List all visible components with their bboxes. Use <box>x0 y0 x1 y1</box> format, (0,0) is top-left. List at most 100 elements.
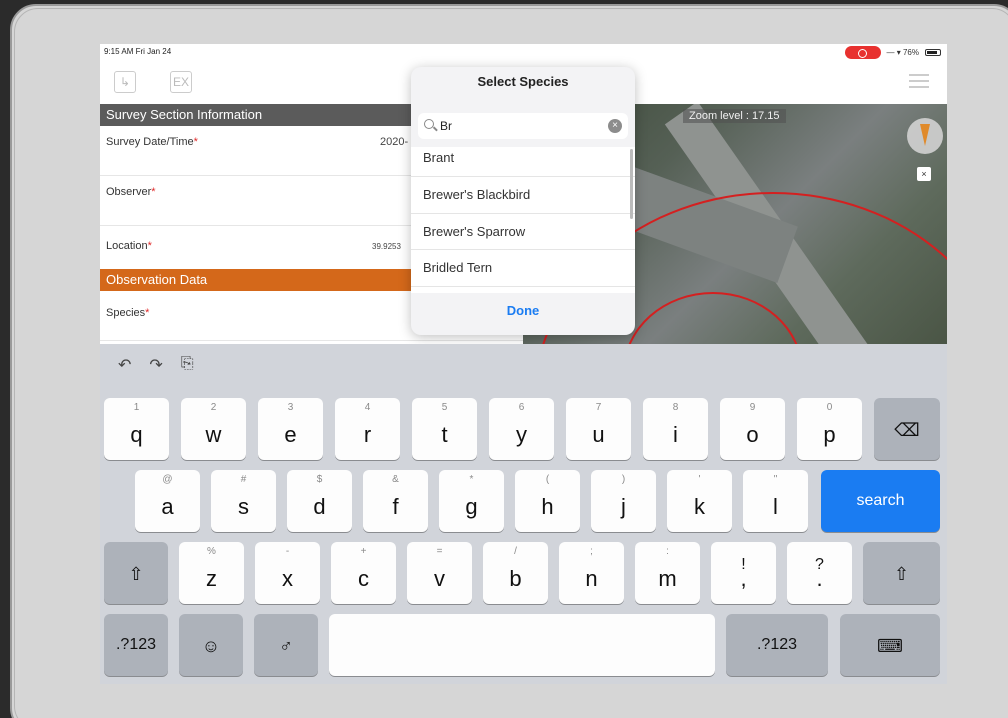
key-g[interactable]: * g <box>439 470 504 532</box>
species-option[interactable]: Brewer's Sparrow <box>411 214 635 250</box>
status-right: — ▾ 76% <box>844 46 941 59</box>
key-label: d <box>313 494 326 519</box>
key-d[interactable]: $ d <box>287 470 352 532</box>
undo-icon[interactable]: ↶ <box>118 355 131 375</box>
key-label: j <box>621 494 626 519</box>
key-w[interactable]: 2w <box>181 398 246 460</box>
key-hint: 1 <box>133 402 140 413</box>
survey-date-label: Survey Date/Time* <box>106 136 198 148</box>
key-a[interactable]: @ a <box>135 470 200 532</box>
key-label: e <box>284 422 297 447</box>
key-e[interactable]: 3e <box>258 398 323 460</box>
key-z[interactable]: % z <box>179 542 244 604</box>
space-bar[interactable] <box>329 614 715 676</box>
location-label: Location* <box>106 240 152 252</box>
key-b[interactable]: / b <box>483 542 548 604</box>
key-r[interactable]: 4r <box>335 398 400 460</box>
species-label-text: Species <box>106 307 146 319</box>
shift-icon: ⇧ <box>893 564 910 584</box>
key-label: t <box>441 422 448 447</box>
dictation-key[interactable]: ♂ <box>254 614 318 676</box>
key-o[interactable]: 9o <box>720 398 785 460</box>
key-c[interactable]: + c <box>331 542 396 604</box>
key-hint: / <box>514 546 517 557</box>
key-i[interactable]: 8i <box>643 398 708 460</box>
screen: 9:15 AM Fri Jan 24 — ▾ 76% ↳ EX Survey S… <box>100 44 947 684</box>
numbers-key-right[interactable]: .?123 <box>726 614 828 676</box>
species-option[interactable]: Bridled Tern <box>411 250 635 287</box>
delete-icon: ⌫ <box>894 420 920 440</box>
key-label: c <box>358 566 369 591</box>
key-hint: ; <box>590 546 593 557</box>
observer-label-text: Observer <box>106 186 152 198</box>
species-label: Species* <box>106 307 149 319</box>
shift-key-left[interactable]: ⇧ <box>104 542 168 604</box>
compass-icon[interactable] <box>907 118 943 154</box>
shift-key-right[interactable]: ⇧ <box>863 542 940 604</box>
key-period[interactable]: ?. <box>787 542 852 604</box>
key-v[interactable]: = v <box>407 542 472 604</box>
key-label: h <box>541 494 554 519</box>
battery-percent: — ▾ 76% <box>886 48 919 57</box>
key-k[interactable]: ' k <box>667 470 732 532</box>
key-n[interactable]: ; n <box>559 542 624 604</box>
key-f[interactable]: & f <box>363 470 428 532</box>
key-hint: % <box>207 546 216 557</box>
export-icon[interactable]: EX <box>170 71 192 93</box>
hide-keyboard-key[interactable]: ⌨ <box>840 614 940 676</box>
species-list-scrollbar[interactable] <box>630 149 633 219</box>
emoji-icon: ☺ <box>201 636 221 656</box>
key-hint: : <box>666 546 669 557</box>
species-search-box[interactable]: × <box>418 113 628 139</box>
key-h[interactable]: (h <box>515 470 580 532</box>
key-label: g <box>465 494 478 519</box>
onscreen-keyboard: ↶ ↷ ⎘ 1q 2w 3e 4r 5t 6y 7u 8i 9o 0p ⌫ @ a… <box>100 344 947 684</box>
observer-label: Observer* <box>106 186 156 198</box>
key-p[interactable]: 0p <box>797 398 862 460</box>
key-hint: 9 <box>749 402 756 413</box>
numbers-key-left[interactable]: .?123 <box>104 614 168 676</box>
key-t[interactable]: 5t <box>412 398 477 460</box>
numbers-key-label: .?123 <box>756 636 798 653</box>
emoji-key[interactable]: ☺ <box>179 614 243 676</box>
key-s[interactable]: # s <box>211 470 276 532</box>
species-search-input[interactable] <box>440 117 600 135</box>
key-label: i <box>673 422 678 447</box>
key-hint: = <box>436 546 443 557</box>
key-q[interactable]: 1q <box>104 398 169 460</box>
search-key[interactable]: search <box>821 470 940 532</box>
done-button[interactable]: Done <box>411 303 635 318</box>
key-hint: 0 <box>826 402 833 413</box>
key-label: b <box>509 566 522 591</box>
key-m[interactable]: :m <box>635 542 700 604</box>
species-option[interactable]: Brant <box>411 147 635 177</box>
key-hint: # <box>240 474 247 485</box>
key-label: u <box>592 422 605 447</box>
menu-icon[interactable] <box>909 74 929 88</box>
key-hint: & <box>392 474 399 485</box>
key-label: , <box>740 566 747 591</box>
key-hint: @ <box>162 474 173 485</box>
key-hint: + <box>360 546 367 557</box>
key-y[interactable]: 6y <box>489 398 554 460</box>
key-x[interactable]: -x <box>255 542 320 604</box>
import-icon[interactable]: ↳ <box>114 71 136 93</box>
clear-search-icon[interactable]: × <box>608 119 622 133</box>
redo-icon[interactable]: ↷ <box>149 355 162 375</box>
shift-icon: ⇧ <box>128 564 144 584</box>
species-option[interactable]: Brewer's Blackbird <box>411 177 635 214</box>
location-value: 39.9253 <box>372 242 401 251</box>
key-label: w <box>205 422 222 447</box>
close-icon[interactable]: × <box>917 167 931 181</box>
keyboard-shortcut-bar: ↶ ↷ ⎘ <box>118 355 194 375</box>
delete-key[interactable]: ⌫ <box>874 398 940 460</box>
status-bar: 9:15 AM Fri Jan 24 — ▾ 76% <box>100 44 947 62</box>
key-u[interactable]: 7u <box>566 398 631 460</box>
key-comma[interactable]: !, <box>711 542 776 604</box>
survey-date-value: 2020- <box>380 136 409 148</box>
key-j[interactable]: ) j <box>591 470 656 532</box>
paste-icon[interactable]: ⎘ <box>181 355 194 375</box>
status-time: 9:15 AM Fri Jan 24 <box>104 47 172 56</box>
keyboard-dismiss-icon: ⌨ <box>877 636 903 656</box>
key-l[interactable]: " l <box>743 470 808 532</box>
